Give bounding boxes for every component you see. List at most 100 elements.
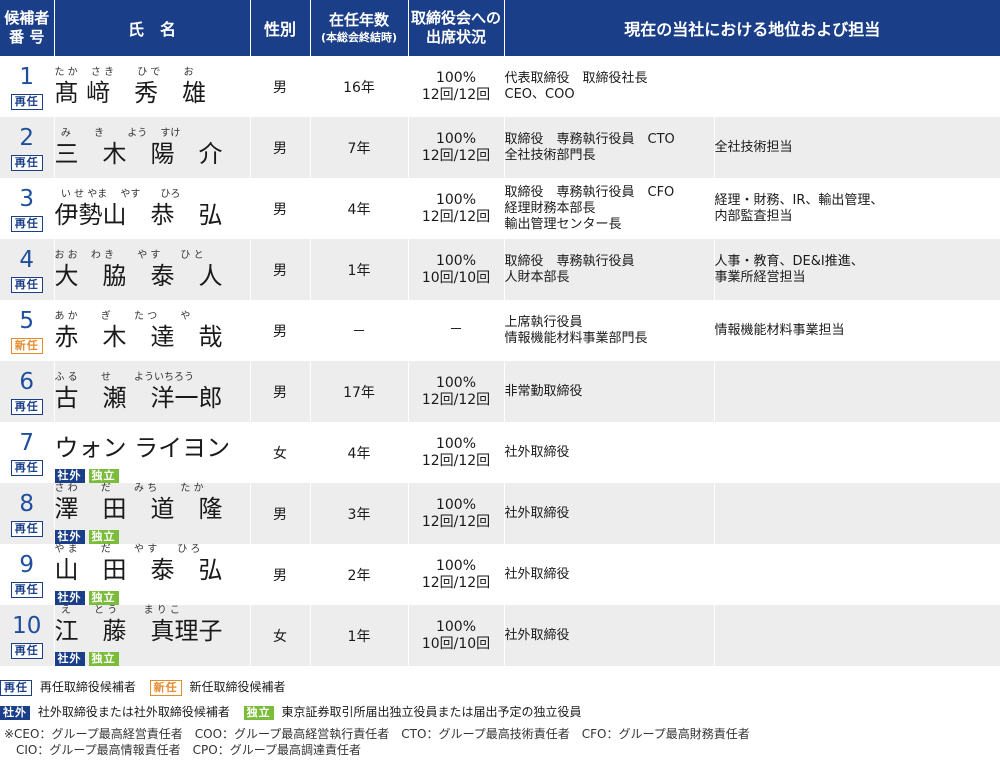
table-header: 候補者番 号 氏 名 性別 在任年数 (本総会終結時) 取締役会への 出席状況 現在…	[0, 0, 1000, 56]
candidate-number: 3	[19, 185, 35, 212]
name-furigana: お お わ き や す ひ と	[54, 249, 204, 261]
note-line-1: ※CEO：グループ最高経営責任者 COO：グループ最高経営執行責任者 CTO：グ…	[4, 727, 750, 741]
candidate-number-cell: 10 再任	[0, 605, 55, 666]
legend-status: 再任 再任取締役候補者 新任 新任取締役候補者	[0, 678, 296, 696]
outside-badge: 社外	[54, 652, 85, 666]
table-row: 4 再任 お お わ き や す ひ と 大 脇 泰 人 男 1年 100% 1…	[0, 239, 1000, 300]
status-badge: 再任	[10, 520, 43, 537]
header-attendance: 取締役会への 出席状況	[408, 0, 505, 56]
years-in-office: 1年	[310, 605, 409, 666]
gender: 男	[250, 239, 311, 300]
independent-badge: 独立	[88, 469, 119, 483]
candidate-name: 三 木 陽 介	[54, 139, 223, 168]
status-badge: 再任	[10, 459, 43, 476]
candidate-number-cell: 1 再任	[0, 56, 55, 117]
table-row: 8 再任 さ わ だ み ち た か 澤 田 道 隆 社外 独立 男 3年 100…	[0, 483, 1000, 544]
position: 社外取締役	[504, 422, 715, 483]
status-badge: 再任	[10, 154, 43, 171]
years-in-office: －	[310, 300, 409, 361]
candidate-number: 5	[19, 307, 35, 334]
table-row: 5 新任 あ か ぎ た つ や 赤 木 達 哉 男 － － 上席執行役員 情報…	[0, 300, 1000, 361]
candidate-name: 山 田 泰 弘	[54, 556, 223, 584]
attendance-rate: 100%	[435, 252, 477, 269]
attendance-rate: 100%	[435, 191, 477, 208]
name-furigana	[55, 422, 250, 434]
gender: 男	[250, 361, 311, 422]
candidate-number-cell: 5 新任	[0, 300, 55, 361]
independent-badge: 独立	[88, 591, 119, 605]
table-row: 9 再任 や ま だ や す ひ ろ 山 田 泰 弘 社外 独立 男 2年 100…	[0, 544, 1000, 605]
attendance-rate: 100%	[435, 557, 477, 574]
status-badge: 再任	[10, 581, 43, 598]
candidate-name-cell: え と う ま り こ 江 藤 真理子 社外 独立	[54, 605, 251, 666]
candidate-number-cell: 4 再任	[0, 239, 55, 300]
table-row: 3 再任 い せ やま やす ひろ 伊勢山 恭 弘 男 4年 100% 12回/…	[0, 178, 1000, 239]
attendance-count: 12回/12回	[421, 86, 491, 103]
table-row: 7 再任 ウォン ライヨン 社外 独立 女 4年 100% 12回/12回 社外取…	[0, 422, 1000, 483]
position: 社外取締役	[504, 483, 715, 544]
position: 社外取締役	[504, 544, 715, 605]
position: 非常勤取締役	[504, 361, 715, 422]
candidate-name: 赤 木 達 哉	[54, 322, 223, 351]
candidate-name-cell: お お わ き や す ひ と 大 脇 泰 人	[54, 239, 251, 300]
gender: 女	[250, 422, 311, 483]
responsibility	[714, 483, 1000, 544]
candidate-number-cell: 9 再任	[0, 544, 55, 605]
name-furigana: ふ る せ よういちろう	[54, 371, 195, 383]
attendance-count: 12回/12回	[421, 513, 491, 530]
candidate-number: 7	[19, 429, 35, 456]
attendance: 100% 12回/12回	[408, 117, 505, 178]
position: 取締役 専務執行役員 人財本部長	[504, 239, 715, 300]
attendance-count: 12回/12回	[421, 391, 491, 408]
attendance-rate: －	[449, 322, 463, 338]
candidate-number-cell: 7 再任	[0, 422, 55, 483]
responsibility: 人事・教育、DE&I推進、 事業所経営担当	[714, 239, 1000, 300]
header-gender: 性別	[250, 0, 311, 56]
years-in-office: 17年	[310, 361, 409, 422]
candidate-name-cell: み き よう すけ 三 木 陽 介	[54, 117, 251, 178]
candidate-name: 大 脇 泰 人	[54, 261, 223, 290]
attendance-rate: 100%	[435, 374, 477, 391]
candidate-number: 10	[12, 612, 42, 639]
years-in-office: 7年	[310, 117, 409, 178]
attendance: 100% 12回/12回	[408, 178, 505, 239]
header-years: 在任年数 (本総会終結時)	[310, 0, 409, 56]
gender: 男	[250, 178, 311, 239]
position: 上席執行役員 情報機能材料事業部門長	[504, 300, 715, 361]
gender: 男	[250, 544, 311, 605]
attendance: 100% 12回/12回	[408, 544, 505, 605]
header-position: 現在の当社における地位および担当	[504, 0, 1000, 56]
gender: 男	[250, 56, 311, 117]
name-furigana: あ か ぎ た つ や	[54, 310, 191, 322]
candidate-name-cell: い せ やま やす ひろ 伊勢山 恭 弘	[54, 178, 251, 239]
table-row: 6 再任 ふ る せ よういちろう 古 瀬 洋一郎 男 17年 100% 12回…	[0, 361, 1000, 422]
candidate-name-cell: た か さ き ひ で お 髙 﨑 秀 雄	[54, 56, 251, 117]
candidate-name: 江 藤 真理子	[54, 617, 223, 645]
name-furigana: え と う ま り こ	[54, 605, 180, 616]
candidate-name: 古 瀬 洋一郎	[54, 383, 223, 412]
gender: 男	[250, 483, 311, 544]
legend-re-badge: 再任	[0, 680, 32, 696]
candidates-table: 候補者番 号 氏 名 性別 在任年数 (本総会終結時) 取締役会への 出席状況 現在…	[0, 0, 1000, 666]
note-line-2: CIO：グループ最高情報責任者 CPO：グループ最高調達責任者	[4, 743, 361, 757]
position: 社外取締役	[504, 605, 715, 666]
candidate-number: 1	[19, 63, 35, 90]
years-in-office: 4年	[310, 422, 409, 483]
years-in-office: 1年	[310, 239, 409, 300]
attendance: 100% 12回/12回	[408, 422, 505, 483]
candidate-name-cell: さ わ だ み ち た か 澤 田 道 隆 社外 独立	[54, 483, 251, 544]
name-furigana: た か さ き ひ で お	[54, 66, 194, 78]
years-in-office: 4年	[310, 178, 409, 239]
independent-badge: 独立	[88, 652, 119, 666]
attendance-count: 12回/12回	[421, 574, 491, 591]
attendance-count: 12回/12回	[421, 147, 491, 164]
header-name: 氏 名	[54, 0, 251, 56]
candidate-number-cell: 2 再任	[0, 117, 55, 178]
responsibility	[714, 544, 1000, 605]
name-furigana: や ま だ や す ひ ろ	[54, 544, 201, 555]
attendance: 100% 10回/10回	[408, 605, 505, 666]
status-badge: 再任	[10, 642, 43, 659]
candidate-name: ウォン ライヨン	[54, 434, 231, 462]
attendance-rate: 100%	[435, 69, 477, 86]
responsibility	[714, 422, 1000, 483]
